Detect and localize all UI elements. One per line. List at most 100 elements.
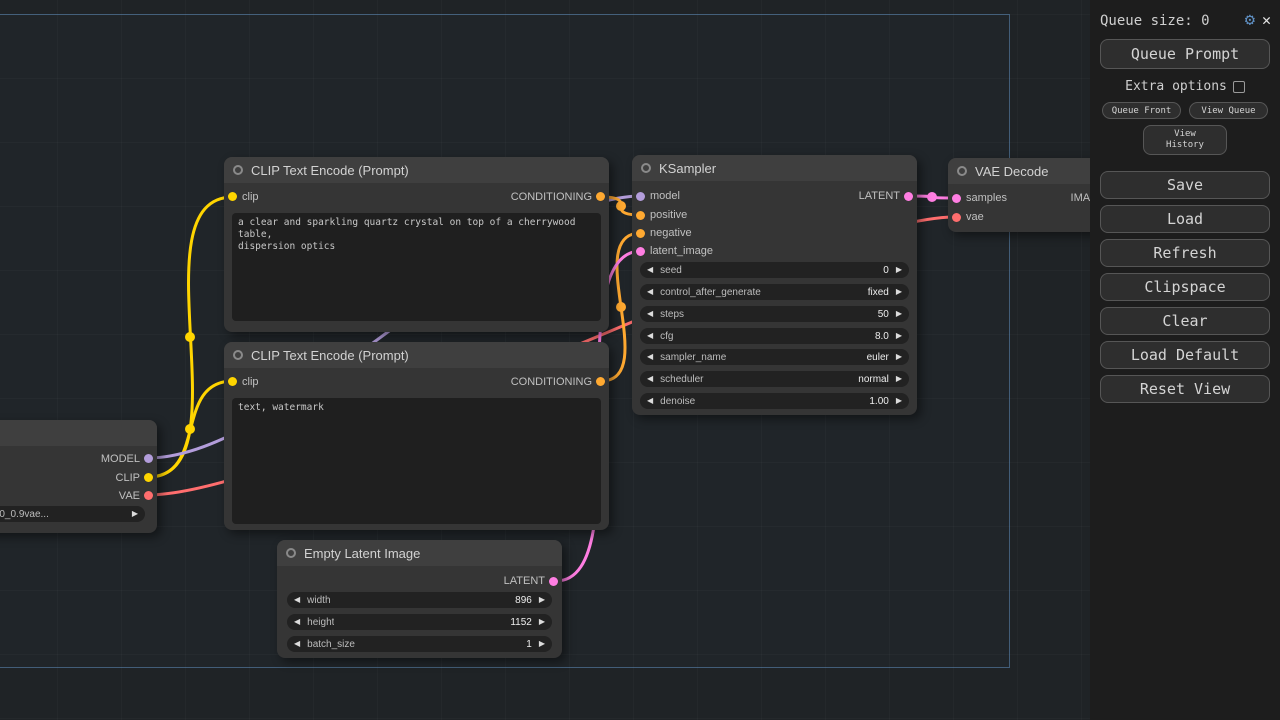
input-label-samples: samples: [966, 192, 1007, 204]
reset-view-button[interactable]: Reset View: [1100, 375, 1270, 403]
scheduler-widget[interactable]: ◀ scheduler normal ▶: [640, 371, 909, 387]
node-clip-text-encode-positive[interactable]: CLIP Text Encode (Prompt) clip CONDITION…: [224, 157, 609, 332]
widget-label: steps: [660, 309, 684, 320]
widget-label: cfg: [660, 331, 673, 342]
output-dot-clip[interactable]: [144, 473, 153, 482]
widget-label: seed: [660, 265, 682, 276]
arrow-right-icon[interactable]: ▶: [896, 397, 902, 405]
arrow-right-icon[interactable]: ▶: [539, 640, 545, 648]
denoise-widget[interactable]: ◀ denoise 1.00 ▶: [640, 393, 909, 409]
arrow-left-icon[interactable]: ◀: [647, 310, 653, 318]
node-collapse-dot[interactable]: [286, 548, 296, 558]
input-dot-clip[interactable]: [228, 377, 237, 386]
ckpt-name-widget[interactable]: xl_base_1.0_0.9vae... ▶: [0, 506, 145, 522]
arrow-left-icon[interactable]: ◀: [647, 375, 653, 383]
input-dot-clip[interactable]: [228, 192, 237, 201]
output-dot-latent[interactable]: [904, 192, 913, 201]
queue-prompt-button[interactable]: Queue Prompt: [1100, 39, 1270, 69]
arrow-left-icon[interactable]: ◀: [294, 618, 300, 626]
widget-value[interactable]: 1: [526, 639, 532, 650]
node-ksampler[interactable]: KSampler model LATENT positive negative …: [632, 155, 917, 415]
sampler-name-widget[interactable]: ◀ sampler_name euler ▶: [640, 349, 909, 365]
output-label-conditioning: CONDITIONING: [511, 376, 592, 388]
arrow-right-icon[interactable]: ▶: [896, 310, 902, 318]
node-collapse-dot[interactable]: [641, 163, 651, 173]
output-label-model: MODEL: [101, 453, 140, 465]
clear-button[interactable]: Clear: [1100, 307, 1270, 335]
arrow-right-icon[interactable]: ▶: [896, 375, 902, 383]
prompt-textarea[interactable]: a clear and sparkling quartz crystal on …: [232, 213, 601, 321]
load-default-button[interactable]: Load Default: [1100, 341, 1270, 369]
output-dot-conditioning[interactable]: [596, 192, 605, 201]
widget-value[interactable]: 1.00: [869, 396, 888, 407]
menu-header: Queue size: 0 ⚙ ✕: [1090, 0, 1280, 31]
widget-value[interactable]: normal: [858, 374, 889, 385]
input-dot-model[interactable]: [636, 192, 645, 201]
output-dot-vae[interactable]: [144, 491, 153, 500]
seed-widget[interactable]: ◀ seed 0 ▶: [640, 262, 909, 278]
output-label-latent: LATENT: [504, 575, 545, 587]
arrow-right-icon[interactable]: ▶: [896, 266, 902, 274]
arrow-right-icon[interactable]: ▶: [896, 332, 902, 340]
clipspace-button[interactable]: Clipspace: [1100, 273, 1270, 301]
arrow-left-icon[interactable]: ◀: [647, 332, 653, 340]
input-dot-vae[interactable]: [952, 213, 961, 222]
node-collapse-dot[interactable]: [957, 166, 967, 176]
widget-value[interactable]: euler: [867, 352, 889, 363]
output-dot-model[interactable]: [144, 454, 153, 463]
input-dot-latent-image[interactable]: [636, 247, 645, 256]
node-title-bar[interactable]: [0, 420, 157, 446]
close-menu-icon[interactable]: ✕: [1262, 13, 1271, 28]
load-button[interactable]: Load: [1100, 205, 1270, 233]
arrow-right-icon[interactable]: ▶: [539, 596, 545, 604]
queue-front-button[interactable]: Queue Front: [1102, 102, 1181, 119]
arrow-right-icon[interactable]: ▶: [896, 288, 902, 296]
arrow-right-icon[interactable]: ▶: [539, 618, 545, 626]
arrow-right-icon[interactable]: ▶: [132, 510, 138, 518]
view-history-button[interactable]: View History: [1143, 125, 1227, 155]
node-clip-text-encode-negative[interactable]: CLIP Text Encode (Prompt) clip CONDITION…: [224, 342, 609, 530]
output-dot-latent[interactable]: [549, 577, 558, 586]
arrow-left-icon[interactable]: ◀: [647, 397, 653, 405]
widget-value[interactable]: 1152: [510, 617, 532, 628]
refresh-button[interactable]: Refresh: [1100, 239, 1270, 267]
widget-value[interactable]: fixed: [868, 287, 889, 298]
arrow-left-icon[interactable]: ◀: [294, 596, 300, 604]
prompt-textarea[interactable]: text, watermark: [232, 398, 601, 524]
control-after-generate-widget[interactable]: ◀ control_after_generate fixed ▶: [640, 284, 909, 300]
settings-gear-icon[interactable]: ⚙: [1245, 12, 1255, 29]
node-load-checkpoint[interactable]: MODEL CLIP VAE xl_base_1.0_0.9vae... ▶: [0, 420, 157, 533]
steps-widget[interactable]: ◀ steps 50 ▶: [640, 306, 909, 322]
node-collapse-dot[interactable]: [233, 350, 243, 360]
arrow-right-icon[interactable]: ▶: [896, 353, 902, 361]
node-graph-canvas[interactable]: MODEL CLIP VAE xl_base_1.0_0.9vae... ▶ C…: [0, 0, 1280, 720]
node-collapse-dot[interactable]: [233, 165, 243, 175]
arrow-left-icon[interactable]: ◀: [647, 266, 653, 274]
height-widget[interactable]: ◀ height 1152 ▶: [287, 614, 552, 630]
input-dot-positive[interactable]: [636, 211, 645, 220]
node-title: KSampler: [659, 161, 716, 176]
input-dot-negative[interactable]: [636, 229, 645, 238]
input-label-positive: positive: [650, 209, 687, 221]
queue-actions-row: Queue Front View Queue: [1102, 102, 1268, 119]
save-button[interactable]: Save: [1100, 171, 1270, 199]
view-queue-button[interactable]: View Queue: [1189, 102, 1268, 119]
batch-size-widget[interactable]: ◀ batch_size 1 ▶: [287, 636, 552, 652]
node-empty-latent-image[interactable]: Empty Latent Image LATENT ◀ width 896 ▶ …: [277, 540, 562, 658]
output-dot-conditioning[interactable]: [596, 377, 605, 386]
extra-options-checkbox[interactable]: [1233, 81, 1245, 93]
cfg-widget[interactable]: ◀ cfg 8.0 ▶: [640, 328, 909, 344]
widget-value[interactable]: 8.0: [875, 331, 889, 342]
node-title: Empty Latent Image: [304, 546, 420, 561]
width-widget[interactable]: ◀ width 896 ▶: [287, 592, 552, 608]
widget-value[interactable]: 0: [883, 265, 889, 276]
arrow-left-icon[interactable]: ◀: [647, 288, 653, 296]
arrow-left-icon[interactable]: ◀: [647, 353, 653, 361]
input-dot-samples[interactable]: [952, 194, 961, 203]
widget-value[interactable]: 896: [515, 595, 532, 606]
arrow-left-icon[interactable]: ◀: [294, 640, 300, 648]
widget-label: sampler_name: [660, 352, 726, 363]
output-label-clip: CLIP: [116, 472, 140, 484]
widget-label: denoise: [660, 396, 695, 407]
widget-value[interactable]: 50: [878, 309, 889, 320]
